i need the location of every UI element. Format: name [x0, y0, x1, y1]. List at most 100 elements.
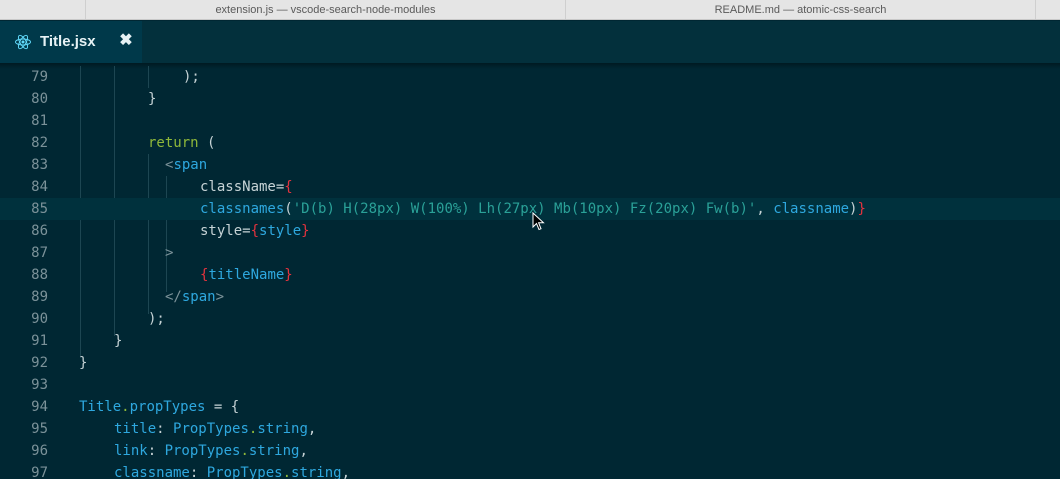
line-code: className={	[200, 176, 293, 198]
code-line: 90 );	[0, 308, 1060, 330]
line-code: classname: PropTypes.string,	[114, 462, 350, 479]
code-line: 92 }	[0, 352, 1060, 374]
code-line: 83 <span	[0, 154, 1060, 176]
token-identifier: Title	[79, 399, 122, 415]
token-punctuation: }	[148, 91, 157, 107]
line-code: );	[183, 66, 200, 88]
line-number: 89	[31, 289, 48, 305]
code-line: 86 style={style}	[0, 220, 1060, 242]
token-punctuation: (	[284, 201, 293, 217]
token-angle: >	[215, 289, 225, 305]
token-property: string	[291, 465, 342, 479]
token-identifier: PropTypes	[164, 443, 241, 459]
code-line: 87 >	[0, 242, 1060, 264]
line-number: 82	[31, 135, 48, 151]
code-line: 94 Title.propTypes = {	[0, 396, 1060, 418]
token-variable: classname	[773, 201, 850, 217]
code-line: 84 className={	[0, 176, 1060, 198]
code-line: 97 classname: PropTypes.string,	[0, 462, 1060, 479]
window-tab-spacer	[0, 0, 86, 19]
line-number: 95	[31, 421, 48, 437]
token-variable: style	[259, 223, 302, 239]
line-number: 92	[31, 355, 48, 371]
line-number: 90	[31, 311, 48, 327]
code-line: 95 title: PropTypes.string,	[0, 418, 1060, 440]
editor-tab-title-jsx[interactable]: Title.jsx ✖	[0, 21, 142, 63]
editor-tab-label: Title.jsx	[40, 33, 96, 50]
code-line-current: 85 classnames('D(b) H(28px) W(100%) Lh(2…	[0, 198, 1060, 220]
token-tag: span	[173, 157, 208, 173]
token-punctuation: ,	[341, 465, 351, 479]
token-punctuation: :	[147, 443, 165, 459]
line-number: 91	[31, 333, 48, 349]
token-property: string	[257, 421, 308, 437]
token-property: propTypes	[129, 399, 206, 415]
token-punctuation: (	[198, 135, 216, 151]
token-punctuation: );	[183, 69, 200, 85]
code-line: 88 {titleName}	[0, 264, 1060, 286]
token-key: title	[114, 421, 157, 437]
line-code: }	[114, 330, 122, 352]
token-property: string	[248, 443, 300, 459]
token-brace: }	[301, 223, 310, 239]
line-number: 86	[31, 223, 48, 239]
token-keyword: return	[148, 135, 199, 151]
window-tab-extension-js[interactable]: extension.js — vscode-search-node-module…	[86, 0, 566, 19]
token-punctuation: );	[148, 311, 165, 327]
token-punctuation: }	[114, 333, 123, 349]
token-punctuation: = {	[205, 399, 240, 415]
line-number: 84	[31, 179, 48, 195]
line-number: 88	[31, 267, 48, 283]
line-number: 79	[31, 69, 48, 85]
code-line: 96 link: PropTypes.string,	[0, 440, 1060, 462]
react-icon	[15, 34, 31, 50]
line-number: 93	[31, 377, 48, 393]
token-punctuation: :	[189, 465, 207, 479]
token-punctuation: ,	[756, 201, 774, 217]
code-editor[interactable]: 79 ); 80 } 81 82 return ( 83 <span 84 cl…	[0, 66, 1060, 479]
code-line: 93	[0, 374, 1060, 396]
token-brace: }	[857, 201, 866, 217]
line-code: >	[165, 242, 173, 264]
close-icon[interactable]: ✖	[118, 31, 134, 51]
token-dot: .	[240, 443, 249, 459]
line-code: {titleName}	[200, 264, 293, 286]
token-brace: {	[284, 179, 293, 195]
line-number: 80	[31, 91, 48, 107]
token-variable: titleName	[208, 267, 285, 283]
line-number: 81	[31, 113, 48, 129]
token-attribute: className=	[200, 179, 285, 195]
token-angle: </	[165, 289, 182, 305]
code-line: 81	[0, 110, 1060, 132]
token-punctuation: }	[79, 355, 88, 371]
line-number: 96	[31, 443, 48, 459]
code-line: 91 }	[0, 330, 1060, 352]
token-string: 'D(b) H(28px) W(100%) Lh(27px) Mb(10px) …	[292, 201, 757, 217]
line-number: 83	[31, 157, 48, 173]
code-line: 82 return (	[0, 132, 1060, 154]
window-tab-readme-md[interactable]: README.md — atomic-css-search	[566, 0, 1036, 19]
line-code: return (	[148, 132, 215, 154]
editor-tab-bar: Title.jsx ✖	[0, 21, 1060, 63]
line-code: title: PropTypes.string,	[114, 418, 316, 440]
token-brace: }	[284, 267, 293, 283]
token-attribute: style=	[200, 223, 251, 239]
line-code: </span>	[165, 286, 224, 308]
window-tab-strip: extension.js — vscode-search-node-module…	[0, 0, 1060, 20]
token-identifier: PropTypes	[206, 465, 283, 479]
mouse-pointer-icon	[532, 212, 545, 231]
token-key: link	[114, 443, 148, 459]
token-brace: {	[250, 223, 260, 239]
token-function: classnames	[200, 201, 285, 217]
token-dot: .	[121, 399, 130, 415]
window-tab-tail	[1036, 0, 1060, 19]
line-code: <span	[165, 154, 207, 176]
token-key: classname	[114, 465, 190, 479]
line-code: }	[148, 88, 156, 110]
line-code: Title.propTypes = {	[79, 396, 239, 418]
line-number: 87	[31, 245, 48, 261]
code-line: 80 }	[0, 88, 1060, 110]
token-angle: >	[165, 245, 174, 261]
line-code: style={style}	[200, 220, 310, 242]
line-number: 85	[31, 201, 48, 217]
